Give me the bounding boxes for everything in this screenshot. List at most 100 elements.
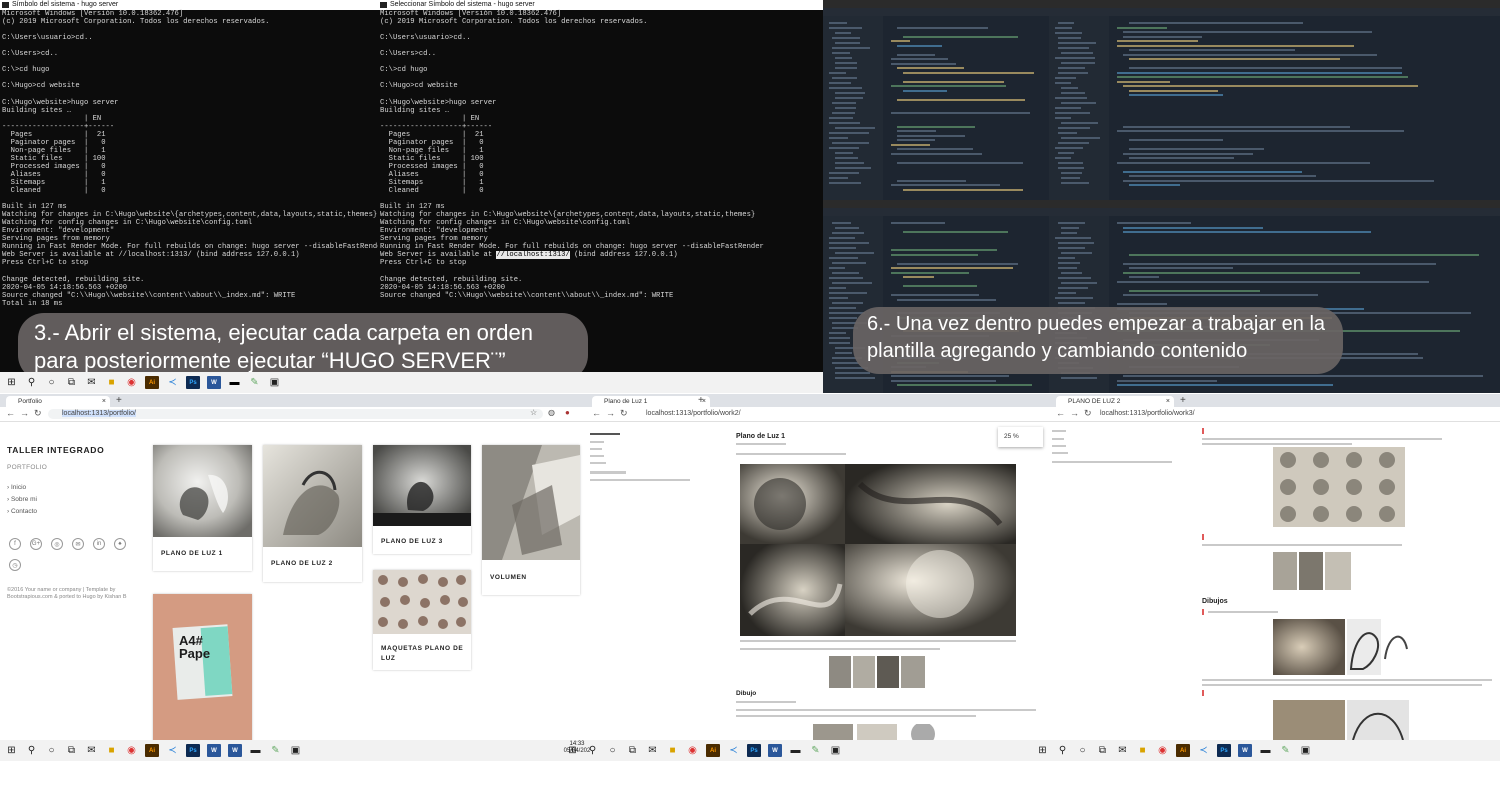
folder-icon[interactable]: ■ [1136,744,1149,757]
file-tree-item[interactable] [829,27,862,29]
file-tree-item[interactable] [1058,132,1078,134]
vscode-icon[interactable]: ≺ [166,744,179,757]
github-icon[interactable]: ♠ [114,538,126,550]
file-tree-item[interactable] [1055,157,1072,159]
file-tree-item[interactable] [1058,247,1086,249]
terminal-icon[interactable]: ▬ [249,744,262,757]
file-tree-item[interactable] [829,82,852,84]
file-tree-item[interactable] [832,112,856,114]
file-tree-item[interactable] [832,362,859,364]
vscode-icon[interactable]: ≺ [727,744,740,757]
file-tree-item[interactable] [1055,77,1076,79]
file-tree-item[interactable] [1055,32,1083,34]
file-tree-item[interactable] [832,232,864,234]
file-tree-item[interactable] [1058,292,1077,294]
photos-icon[interactable]: ▣ [1299,744,1312,757]
tab-portfolio[interactable]: Portfolio × [6,396,110,407]
portfolio-card[interactable]: PLANO DE LUZ 3 [373,445,471,554]
word-icon[interactable]: W [768,744,782,757]
file-tree-item[interactable] [835,92,865,94]
file-tree-item[interactable] [832,222,851,224]
file-tree-item[interactable] [1058,257,1076,259]
file-tree-item[interactable] [835,227,860,229]
browser-window-portfolio[interactable]: Portfolio × + ← → ↻ localhost:1313/portfo… [0,394,588,742]
file-tree-item[interactable] [1061,282,1097,284]
file-tree-item[interactable] [829,342,851,344]
file-tree-item[interactable] [1061,62,1096,64]
file-tree-item[interactable] [829,242,869,244]
code-editor-top-right[interactable] [1049,0,1500,200]
file-tree-item[interactable] [1061,252,1092,254]
task-view-icon[interactable]: ⧉ [65,744,78,757]
nav-link-inicio[interactable]: › Inicio [7,482,37,494]
chrome-icon[interactable]: ◉ [125,376,138,389]
system-clock[interactable]: 14:33 05/04/202 [562,741,592,755]
file-tree-item[interactable] [1061,52,1093,54]
card-title[interactable]: PLANO DE LUZ 3 [381,537,465,547]
file-tree-item[interactable] [1058,72,1088,74]
address-bar[interactable]: localhost:1313/portfolio/ [48,409,543,419]
folder-icon[interactable]: ■ [105,744,118,757]
instagram-icon[interactable]: ◎ [51,538,63,550]
photoshop-icon[interactable]: Ps [186,744,200,757]
file-tree-item[interactable] [1058,37,1081,39]
file-tree-item[interactable] [1061,172,1082,174]
vscode-icon[interactable]: ≺ [166,376,179,389]
portfolio-card[interactable]: VOLUMEN [482,445,580,595]
file-tree-item[interactable] [832,142,870,144]
file-tree-item[interactable] [835,57,852,59]
file-tree-item[interactable] [835,162,864,164]
new-tab-icon[interactable]: + [1180,395,1186,406]
file-tree-item[interactable] [832,77,857,79]
photoshop-icon[interactable]: Ps [747,744,761,757]
file-tree-item[interactable] [829,87,863,89]
portfolio-card[interactable]: PLANO DE LUZ 1 [153,445,252,571]
file-tree-item[interactable] [829,307,856,309]
file-tree-item[interactable] [1061,92,1085,94]
file-tree-item[interactable] [835,127,875,129]
file-tree-item[interactable] [829,257,859,259]
photos-icon[interactable]: ▣ [268,376,281,389]
zoom-popup[interactable]: 25 % [998,427,1043,447]
file-tree-item[interactable] [832,302,863,304]
reload-icon[interactable]: ↻ [620,408,628,419]
terminal-icon[interactable]: ▬ [1259,744,1272,757]
vscode-icon[interactable]: ≺ [1197,744,1210,757]
task-view-icon[interactable]: ⧉ [65,376,78,389]
profile-icon[interactable]: ● [565,408,570,417]
folder-icon[interactable]: ■ [666,744,679,757]
portfolio-card[interactable]: A4# Pape [153,594,252,742]
file-tree-item[interactable] [829,332,846,334]
file-tree-item[interactable] [1055,107,1082,109]
file-tree-item[interactable] [829,247,857,249]
file-tree-item[interactable] [832,52,850,54]
close-tab-icon[interactable]: × [102,396,106,407]
file-tree-item[interactable] [1058,142,1090,144]
file-tree-item[interactable] [1058,267,1078,269]
mail-icon[interactable]: ✉ [1116,744,1129,757]
file-tree-item[interactable] [1058,127,1090,129]
file-tree-item[interactable] [829,182,861,184]
file-tree-item[interactable] [1058,47,1089,49]
clock-icon[interactable]: ◷ [9,559,21,571]
file-tree-item[interactable] [832,262,866,264]
portfolio-card[interactable]: PLANO DE LUZ 2 [263,445,362,582]
task-view-icon[interactable]: ⧉ [1096,744,1109,757]
file-tree-item[interactable] [1058,262,1080,264]
file-tree-item[interactable] [835,372,871,374]
notepad-icon[interactable]: ✎ [248,376,261,389]
file-tree-item[interactable] [1061,122,1099,124]
forward-icon[interactable]: → [20,408,29,418]
file-tree-item[interactable] [1061,182,1089,184]
portfolio-card[interactable]: MAQUETAS PLANO DE LUZ [373,570,471,670]
file-tree-item[interactable] [1055,237,1091,239]
notepad-icon[interactable]: ✎ [269,744,282,757]
photos-icon[interactable]: ▣ [289,744,302,757]
word-icon[interactable]: W [207,744,221,757]
file-tree-item[interactable] [1058,162,1083,164]
file-tree-item[interactable] [829,237,856,239]
file-tree-item[interactable] [1058,22,1074,24]
word-icon-2[interactable]: W [228,744,242,757]
new-tab-icon[interactable]: + [698,395,704,406]
file-tree-item[interactable] [835,157,858,159]
